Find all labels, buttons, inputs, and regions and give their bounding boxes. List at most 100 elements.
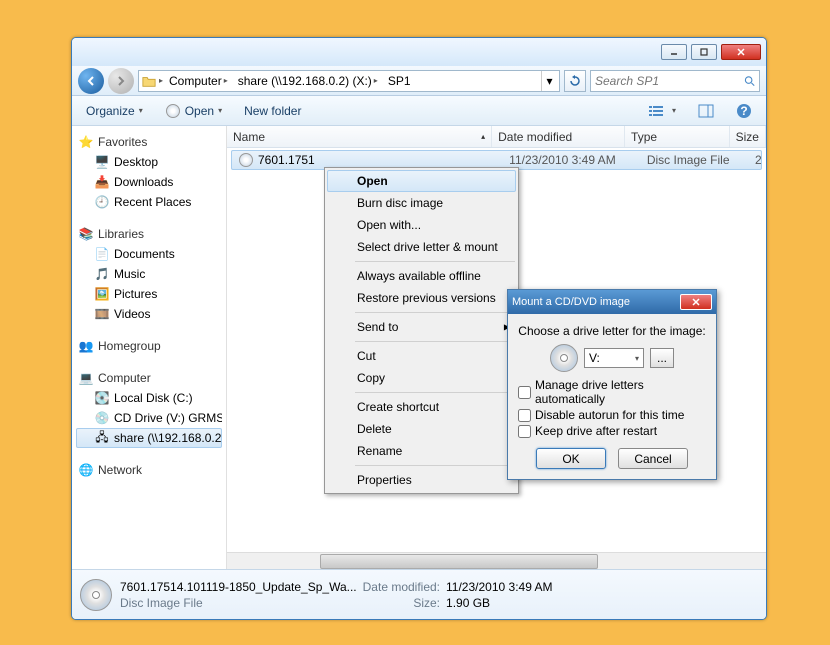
ctx-delete[interactable]: Delete — [327, 418, 516, 440]
music-icon: 🎵 — [94, 266, 110, 282]
help-button[interactable]: ? — [730, 101, 758, 121]
ctx-select-drive[interactable]: Select drive letter & mount — [327, 236, 516, 258]
ctx-sep — [355, 261, 515, 262]
opt-manage-checkbox[interactable] — [518, 386, 531, 399]
titlebar — [72, 38, 766, 66]
ctx-properties[interactable]: Properties — [327, 469, 516, 491]
search-box[interactable] — [590, 70, 760, 92]
close-button[interactable] — [721, 44, 761, 60]
ctx-sep — [355, 392, 515, 393]
col-size[interactable]: Size — [730, 126, 766, 147]
search-input[interactable] — [595, 74, 744, 88]
size-label: Size: — [363, 596, 440, 610]
context-menu: Open Burn disc image Open with... Select… — [324, 167, 519, 494]
recent-icon: 🕘 — [94, 194, 110, 210]
newfolder-button[interactable]: New folder — [238, 102, 307, 120]
sidebar-recent[interactable]: 🕘Recent Places — [76, 192, 222, 212]
sidebar-share[interactable]: 🖧share (\\192.168.0.2) — [76, 428, 222, 448]
back-button[interactable] — [78, 68, 104, 94]
details-filename: 7601.17514.101119-1850_Update_Sp_Wa... — [120, 580, 357, 594]
sidebar-cddrive[interactable]: 💿CD Drive (V:) GRMSP — [76, 408, 222, 428]
sidebar-localdisk[interactable]: 💽Local Disk (C:) — [76, 388, 222, 408]
opt-keep-checkbox[interactable] — [518, 425, 531, 438]
breadcrumb-computer[interactable]: Computer▸ — [165, 71, 232, 91]
dialog-titlebar[interactable]: Mount a CD/DVD image — [508, 290, 716, 314]
drive-letter-select[interactable]: V:▾ — [584, 348, 644, 368]
open-button[interactable]: Open ▾ — [159, 101, 228, 121]
cancel-button[interactable]: Cancel — [618, 448, 688, 469]
dialog-title: Mount a CD/DVD image — [512, 296, 680, 308]
opt-keep[interactable]: Keep drive after restart — [518, 424, 706, 438]
address-bar[interactable]: ▸ Computer▸ share (\\192.168.0.2) (X:)▸ … — [138, 70, 560, 92]
ctx-sep — [355, 465, 515, 466]
pictures-icon: 🖼️ — [94, 286, 110, 302]
star-icon: ⭐ — [78, 134, 94, 150]
network-head[interactable]: 🌐Network — [76, 460, 222, 480]
ctx-sep — [355, 312, 515, 313]
browse-button[interactable]: ... — [650, 348, 674, 368]
ctx-burn[interactable]: Burn disc image — [327, 192, 516, 214]
col-date[interactable]: Date modified — [492, 126, 625, 147]
documents-icon: 📄 — [94, 246, 110, 262]
forward-button[interactable] — [108, 68, 134, 94]
ok-button[interactable]: OK — [536, 448, 606, 469]
computer-head[interactable]: 💻Computer — [76, 368, 222, 388]
chevron-right-icon[interactable]: ▸ — [159, 76, 163, 85]
ctx-openwith[interactable]: Open with... — [327, 214, 516, 236]
ctx-open[interactable]: Open — [327, 170, 516, 192]
homegroup-head[interactable]: 👥Homegroup — [76, 336, 222, 356]
ctx-sendto[interactable]: Send to▶ — [327, 316, 516, 338]
view-button[interactable]: ▾ — [642, 102, 682, 120]
ctx-rename[interactable]: Rename — [327, 440, 516, 462]
disc-image-icon — [238, 152, 254, 168]
nav-pane: ⭐Favorites 🖥️Desktop 📥Downloads 🕘Recent … — [72, 126, 227, 569]
column-headers: Name▴ Date modified Type Size — [227, 126, 766, 148]
col-name[interactable]: Name▴ — [227, 126, 492, 147]
downloads-icon: 📥 — [94, 174, 110, 190]
date-modified-label: Date modified: — [363, 580, 440, 594]
sidebar-music[interactable]: 🎵Music — [76, 264, 222, 284]
ctx-offline[interactable]: Always available offline — [327, 265, 516, 287]
favorites-head[interactable]: ⭐Favorites — [76, 132, 222, 152]
details-disc-icon — [80, 579, 112, 611]
network-icon: 🌐 — [78, 462, 94, 478]
details-filetype: Disc Image File — [120, 596, 357, 610]
maximize-button[interactable] — [691, 44, 717, 60]
address-dropdown[interactable]: ▾ — [541, 71, 557, 91]
disc-small-icon — [165, 103, 181, 119]
libraries-head[interactable]: 📚Libraries — [76, 224, 222, 244]
sidebar-videos[interactable]: 🎞️Videos — [76, 304, 222, 324]
ctx-cut[interactable]: Cut — [327, 345, 516, 367]
sidebar-pictures[interactable]: 🖼️Pictures — [76, 284, 222, 304]
computer-icon: 💻 — [78, 370, 94, 386]
opt-manage[interactable]: Manage drive letters automatically — [518, 378, 706, 406]
scrollbar-thumb[interactable] — [320, 554, 598, 569]
mount-dialog: Mount a CD/DVD image Choose a drive lett… — [507, 289, 717, 480]
ctx-shortcut[interactable]: Create shortcut — [327, 396, 516, 418]
opt-autorun[interactable]: Disable autorun for this time — [518, 408, 706, 422]
date-modified-value: 11/23/2010 3:49 AM — [446, 580, 553, 594]
cd-icon: 💿 — [94, 410, 110, 426]
breadcrumb-sp1[interactable]: SP1 — [384, 71, 415, 91]
organize-button[interactable]: Organize ▾ — [80, 102, 149, 120]
dialog-disc-icon — [550, 344, 578, 372]
libraries-icon: 📚 — [78, 226, 94, 242]
breadcrumb-share[interactable]: share (\\192.168.0.2) (X:)▸ — [234, 71, 382, 91]
sidebar-documents[interactable]: 📄Documents — [76, 244, 222, 264]
opt-autorun-checkbox[interactable] — [518, 409, 531, 422]
toolbar: Organize ▾ Open ▾ New folder ▾ ? — [72, 96, 766, 126]
horizontal-scrollbar[interactable] — [227, 552, 766, 569]
details-pane: 7601.17514.101119-1850_Update_Sp_Wa... D… — [72, 569, 766, 619]
minimize-button[interactable] — [661, 44, 687, 60]
folder-icon — [141, 73, 157, 89]
refresh-button[interactable] — [564, 70, 586, 92]
videos-icon: 🎞️ — [94, 306, 110, 322]
sidebar-desktop[interactable]: 🖥️Desktop — [76, 152, 222, 172]
sidebar-downloads[interactable]: 📥Downloads — [76, 172, 222, 192]
ctx-restore[interactable]: Restore previous versions — [327, 287, 516, 309]
col-type[interactable]: Type — [625, 126, 730, 147]
dialog-close-button[interactable] — [680, 294, 712, 310]
ctx-copy[interactable]: Copy — [327, 367, 516, 389]
navbar: ▸ Computer▸ share (\\192.168.0.2) (X:)▸ … — [72, 66, 766, 96]
preview-pane-button[interactable] — [692, 102, 720, 120]
